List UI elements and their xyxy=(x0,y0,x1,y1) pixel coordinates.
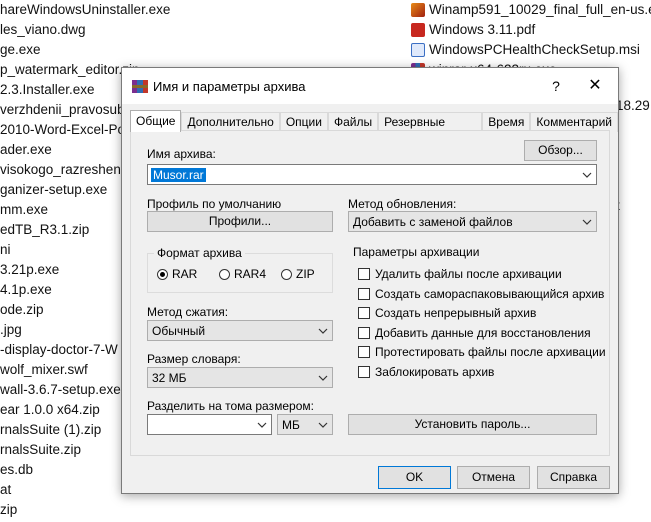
background-text-fragment: 18.29 xyxy=(616,98,650,113)
option-checkbox[interactable]: Создать непрерывный архив xyxy=(358,306,536,320)
tab-5[interactable]: Время xyxy=(482,112,531,132)
checkbox-indicator xyxy=(358,268,370,280)
update-method-label: Метод обновления: xyxy=(348,197,457,211)
winamp-icon xyxy=(411,3,425,17)
winrar-app-icon xyxy=(132,80,148,93)
chevron-down-icon[interactable] xyxy=(582,172,592,178)
tab-panel-general: Имя архива: Обзор... Musor.rar Профиль п… xyxy=(130,130,610,456)
background-file-item[interactable]: Windows 3.11.pdf xyxy=(411,20,651,40)
radio-format-rar4[interactable]: RAR4 xyxy=(219,267,266,281)
background-file-item[interactable]: Winamp591_10029_final_full_en-us.e xyxy=(411,0,651,20)
help-icon[interactable]: ? xyxy=(546,76,566,96)
profile-label: Профиль по умолчанию xyxy=(147,197,282,211)
cancel-button[interactable]: Отмена xyxy=(457,466,530,489)
tab-2[interactable]: Опции xyxy=(279,112,328,132)
radio-indicator xyxy=(219,268,230,280)
option-checkbox-label: Создать непрерывный архив xyxy=(375,306,537,320)
dictionary-size-select[interactable]: 32 МБ xyxy=(147,367,333,388)
split-unit-value: МБ xyxy=(282,417,300,432)
option-checkbox[interactable]: Создать самораспаковывающийся архив xyxy=(358,287,604,301)
radio-format-rar-label: RAR xyxy=(172,267,198,281)
background-file-item[interactable]: hareWindowsUninstaller.exe xyxy=(0,0,170,20)
compression-method-label: Метод сжатия: xyxy=(147,305,229,319)
chevron-down-icon[interactable] xyxy=(257,422,267,428)
radio-format-rar[interactable]: RAR xyxy=(157,267,197,281)
option-checkbox-label: Добавить данные для восстановления xyxy=(375,325,591,340)
chevron-down-icon[interactable] xyxy=(318,328,328,334)
archive-options-group-title: Параметры архивации xyxy=(350,245,483,259)
tab-1[interactable]: Дополнительно xyxy=(181,112,280,132)
browse-button[interactable]: Обзор... xyxy=(524,140,597,161)
pdf-icon xyxy=(411,23,425,37)
archive-format-group: Формат архива RAR RAR4 ZIP xyxy=(147,246,333,293)
radio-format-zip[interactable]: ZIP xyxy=(281,267,315,281)
background-file-item[interactable]: les_viano.dwg xyxy=(0,20,170,40)
help-button[interactable]: Справка xyxy=(537,466,610,489)
dialog-titlebar[interactable]: Имя и параметры архива ? ✕ xyxy=(122,68,618,104)
split-unit-select[interactable]: МБ xyxy=(277,414,333,435)
dialog-tabs: ОбщиеДополнительноОпцииФайлыРезервные ко… xyxy=(130,110,618,148)
background-file-item[interactable]: ge.exe xyxy=(0,40,170,60)
update-method-value: Добавить с заменой файлов xyxy=(353,214,513,229)
close-icon[interactable]: ✕ xyxy=(585,76,605,96)
tab-6[interactable]: Комментарий xyxy=(530,112,618,132)
option-checkbox[interactable]: Заблокировать архив xyxy=(358,365,494,379)
option-checkbox-label: Создать самораспаковывающийся архив xyxy=(375,286,605,301)
chevron-down-icon[interactable] xyxy=(318,422,328,428)
dictionary-size-label: Размер словаря: xyxy=(147,352,241,366)
checkbox-indicator xyxy=(358,287,370,300)
tab-3[interactable]: Файлы xyxy=(327,112,379,132)
option-checkbox-label: Удалить файлы после архивации xyxy=(375,267,562,281)
radio-format-rar4-label: RAR4 xyxy=(234,267,267,281)
split-volumes-label: Разделить на тома размером: xyxy=(147,399,314,413)
checkbox-indicator xyxy=(358,307,370,319)
background-file-name: Winamp591_10029_final_full_en-us.e xyxy=(429,2,651,17)
radio-format-zip-label: ZIP xyxy=(296,267,315,281)
option-checkbox-label: Протестировать файлы после архивации xyxy=(375,345,606,359)
tab-4[interactable]: Резервные копии xyxy=(378,112,483,148)
archive-options-dialog: Имя и параметры архива ? ✕ Общие Дополнит… xyxy=(121,67,619,494)
archive-name-field[interactable]: Musor.rar xyxy=(147,164,597,185)
option-checkbox[interactable]: Протестировать файлы после архивации xyxy=(358,345,606,359)
set-password-button[interactable]: Установить пароль... xyxy=(348,414,597,435)
ok-button[interactable]: OK xyxy=(378,466,451,489)
compression-method-value: Обычный xyxy=(152,323,206,338)
background-file-name: WindowsPCHealthCheckSetup.msi xyxy=(429,42,640,57)
profiles-button[interactable]: Профили... xyxy=(147,211,333,232)
archive-format-group-title: Формат архива xyxy=(154,246,245,260)
checkbox-indicator xyxy=(358,326,370,339)
split-volume-size-field[interactable] xyxy=(147,414,272,435)
radio-indicator xyxy=(157,268,168,280)
archive-name-label: Имя архива: xyxy=(147,147,216,161)
option-checkbox-label: Заблокировать архив xyxy=(375,364,495,379)
background-file-item[interactable]: zip xyxy=(0,500,170,520)
option-checkbox[interactable]: Добавить данные для восстановления xyxy=(358,326,591,340)
compression-method-select[interactable]: Обычный xyxy=(147,320,333,341)
update-method-select[interactable]: Добавить с заменой файлов xyxy=(348,211,597,232)
tab-0[interactable]: Общие xyxy=(130,110,182,132)
checkbox-indicator xyxy=(358,365,370,378)
dialog-title: Имя и параметры архива xyxy=(153,79,306,94)
chevron-down-icon[interactable] xyxy=(318,375,328,381)
archive-name-value: Musor.rar xyxy=(151,167,206,182)
radio-indicator xyxy=(281,268,292,280)
option-checkbox[interactable]: Удалить файлы после архивации xyxy=(358,267,562,281)
dictionary-size-value: 32 МБ xyxy=(152,370,187,385)
msi-icon xyxy=(411,43,425,57)
checkbox-indicator xyxy=(358,346,370,358)
chevron-down-icon[interactable] xyxy=(582,219,592,225)
background-file-name: Windows 3.11.pdf xyxy=(429,22,536,37)
background-file-item[interactable]: WindowsPCHealthCheckSetup.msi xyxy=(411,40,651,60)
